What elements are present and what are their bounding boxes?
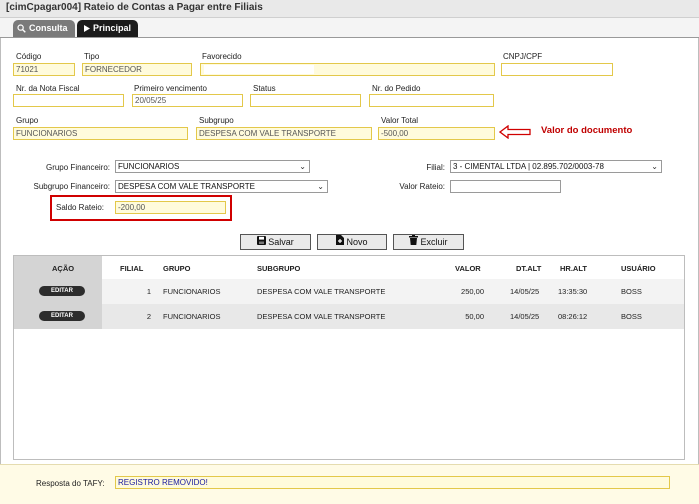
window-title-bar: [cimCpagar004] Rateio de Contas a Pagar … <box>0 0 699 18</box>
response-label: Resposta do TAFY: <box>36 479 105 488</box>
column-header-valor: VALOR <box>455 264 481 273</box>
subgrupo-financeiro-select[interactable]: DESPESA COM VALE TRANSPORTE ⌄ <box>115 180 328 193</box>
column-header-acao: AÇÃO <box>52 264 75 273</box>
tipo-label: Tipo <box>84 52 100 61</box>
chevron-down-icon: ⌄ <box>651 162 658 171</box>
valor-total-field[interactable]: -500,00 <box>378 127 495 140</box>
tipo-field[interactable]: FORNECEDOR <box>82 63 192 76</box>
cnpj-label: CNPJ/CPF <box>503 52 543 61</box>
column-header-grupo: GRUPO <box>163 264 191 273</box>
edit-button[interactable]: EDITAR <box>39 286 85 296</box>
valor-total-label: Valor Total <box>381 116 419 125</box>
new-document-icon <box>336 235 345 245</box>
column-header-hr-alt: HR.ALT <box>560 264 587 273</box>
annotation-text: Valor do documento <box>541 125 633 136</box>
grupo-field[interactable]: FUNCIONARIOS <box>13 127 188 140</box>
tab-principal-label: Principal <box>93 23 132 33</box>
cell-filial: 1 <box>146 287 151 296</box>
redacted-block <box>204 65 314 74</box>
delete-button[interactable]: Excluir <box>393 234 464 250</box>
cell-subgrupo: DESPESA COM VALE TRANSPORTE <box>257 287 386 296</box>
tab-consulta-label: Consulta <box>29 23 68 33</box>
tab-principal[interactable]: Principal <box>77 20 138 37</box>
nota-fiscal-label: Nr. da Nota Fiscal <box>16 84 80 93</box>
save-button-label: Salvar <box>268 237 294 247</box>
grupo-financeiro-select[interactable]: FUNCIONARIOS ⌄ <box>115 160 310 173</box>
cell-dt-alt: 14/05/25 <box>510 312 540 321</box>
cell-usuario: BOSS <box>621 287 642 296</box>
cell-subgrupo: DESPESA COM VALE TRANSPORTE <box>257 312 386 321</box>
cell-valor: 50,00 <box>465 312 484 321</box>
new-button-label: Novo <box>346 237 368 247</box>
codigo-field[interactable]: 71021 <box>13 63 75 76</box>
cell-grupo: FUNCIONARIOS <box>163 287 221 296</box>
saldo-rateio-label: Saldo Rateio: <box>56 203 105 212</box>
trash-icon <box>409 235 419 245</box>
codigo-label: Código <box>16 52 42 61</box>
window-title: [cimCpagar004] Rateio de Contas a Pagar … <box>6 2 263 13</box>
status-label: Status <box>253 84 276 93</box>
valor-rateio-field[interactable] <box>450 180 561 193</box>
pedido-field[interactable] <box>369 94 494 107</box>
subgrupo-field[interactable]: DESPESA COM VALE TRANSPORTE <box>196 127 372 140</box>
valor-rateio-label: Valor Rateio: <box>399 182 445 191</box>
subgrupo-financeiro-label: Subgrupo Financeiro: <box>33 182 111 191</box>
favorecido-field[interactable] <box>200 63 495 76</box>
primeiro-vencimento-label: Primeiro vencimento <box>134 84 207 93</box>
subgrupo-financeiro-value: DESPESA COM VALE TRANSPORTE <box>118 182 255 191</box>
cell-hr-alt: 13:35:30 <box>558 287 588 296</box>
filial-select[interactable]: 3 - CIMENTAL LTDA | 02.895.702/0003-78 ⌄ <box>450 160 662 173</box>
status-field[interactable] <box>250 94 361 107</box>
search-icon <box>17 24 26 33</box>
grupo-label: Grupo <box>16 116 39 125</box>
filial-label: Filial: <box>426 163 445 172</box>
floppy-disk-icon <box>257 236 267 245</box>
cell-filial: 2 <box>146 312 151 321</box>
subgrupo-label: Subgrupo <box>199 116 234 125</box>
filial-value: 3 - CIMENTAL LTDA | 02.895.702/0003-78 <box>453 162 604 171</box>
cell-hr-alt: 08:26:12 <box>558 312 588 321</box>
play-icon <box>84 25 90 32</box>
primeiro-vencimento-field[interactable]: 20/05/25 <box>132 94 243 107</box>
column-header-filial: FILIAL <box>120 264 144 273</box>
new-button[interactable]: Novo <box>317 234 387 250</box>
save-button[interactable]: Salvar <box>240 234 311 250</box>
chevron-down-icon: ⌄ <box>317 182 324 191</box>
grupo-financeiro-value: FUNCIONARIOS <box>118 162 180 171</box>
grupo-financeiro-label: Grupo Financeiro: <box>45 163 110 172</box>
pedido-label: Nr. do Pedido <box>372 84 421 93</box>
chevron-down-icon: ⌄ <box>299 162 306 171</box>
annotation-arrow-icon <box>499 125 531 139</box>
edit-button[interactable]: EDITAR <box>39 311 85 321</box>
cell-usuario: BOSS <box>621 312 642 321</box>
cnpj-field[interactable] <box>501 63 613 76</box>
response-field: REGISTRO REMOVIDO! <box>115 476 670 489</box>
cell-grupo: FUNCIONARIOS <box>163 312 221 321</box>
column-header-usuario: USUÁRIO <box>621 264 656 273</box>
delete-button-label: Excluir <box>420 237 448 247</box>
cell-valor: 250,00 <box>461 287 484 296</box>
favorecido-label: Favorecido <box>202 52 242 61</box>
saldo-rateio-field[interactable]: -200,00 <box>115 201 226 214</box>
cell-dt-alt: 14/05/25 <box>510 287 540 296</box>
nota-fiscal-field[interactable] <box>13 94 124 107</box>
column-header-dt-alt: DT.ALT <box>516 264 542 273</box>
column-header-subgrupo: SUBGRUPO <box>257 264 301 273</box>
tab-consulta[interactable]: Consulta <box>13 20 75 37</box>
